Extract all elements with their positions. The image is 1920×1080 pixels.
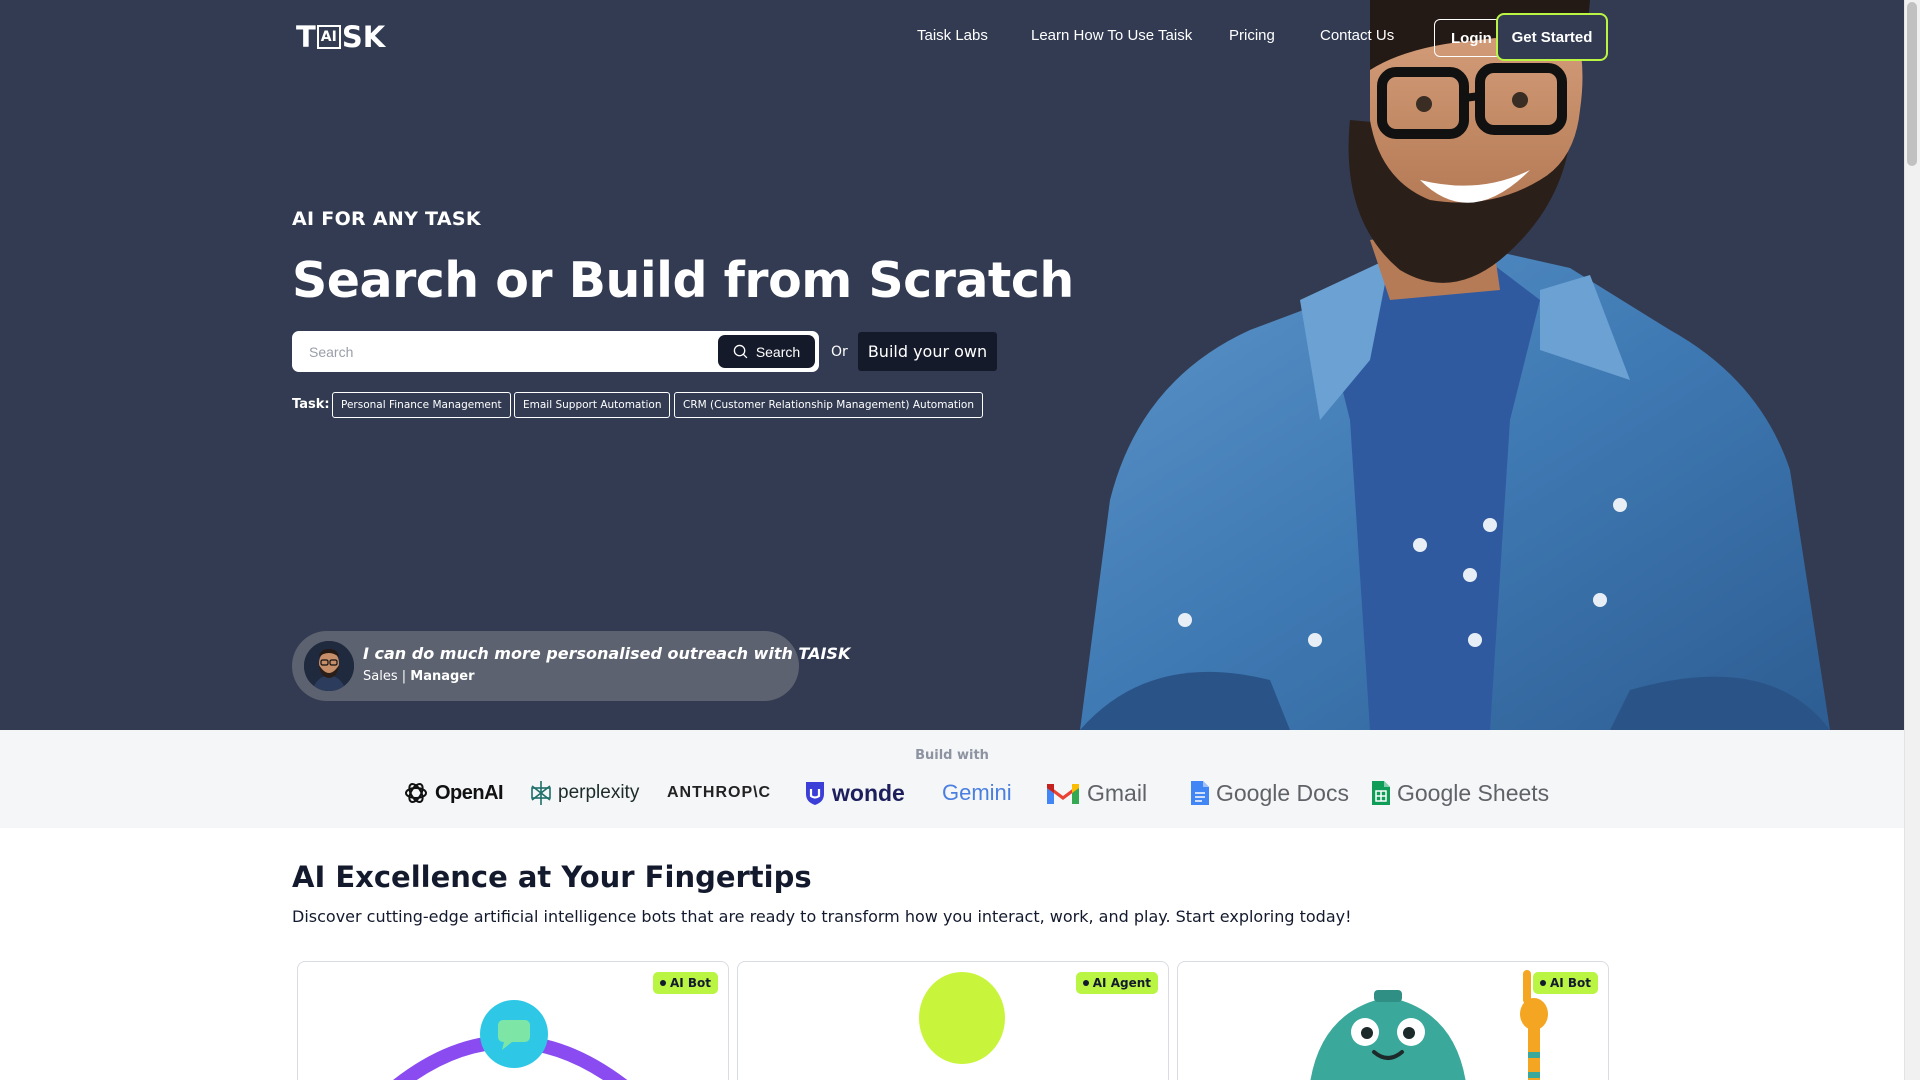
perplexity-icon	[531, 781, 551, 805]
nav-link-learn[interactable]: Learn How To Use Taisk	[1031, 27, 1192, 44]
page: T AI SK Taisk Labs Learn How To Use Taisk …	[0, 0, 1920, 1080]
task-chip-personal-finance[interactable]: Personal Finance Management	[332, 392, 511, 418]
section-title: AI Excellence at Your Fingertips	[292, 860, 812, 894]
wonde-logo: wonde	[804, 777, 905, 809]
robot-illustration	[1310, 970, 1548, 1080]
search-input[interactable]	[295, 334, 715, 369]
openai-icon	[405, 782, 427, 804]
task-chip-email-support[interactable]: Email Support Automation	[514, 392, 671, 418]
bot-card-3[interactable]: AI Bot	[1177, 961, 1609, 1080]
search-button[interactable]: Search	[718, 335, 815, 368]
openai-logo: OpenAI	[403, 777, 504, 809]
anthropic-logo-text: ANTHROP\C	[667, 784, 772, 801]
wonde-shield-icon	[806, 782, 824, 805]
logo-ai-box: AI	[316, 25, 341, 49]
google-docs-icon	[1191, 781, 1209, 805]
testimonial-quote: I can do much more personalised outreach…	[363, 644, 851, 663]
google-sheets-logo-text: Google Sheets	[1397, 779, 1550, 806]
top-navigation: T AI SK Taisk Labs Learn How To Use Taisk …	[0, 0, 1904, 74]
logo-text-sk: SK	[341, 20, 386, 54]
agent-card-2[interactable]: AI Agent	[737, 961, 1169, 1080]
partners-strip: Build with OpenAI perplexity ANTHROP\C w…	[0, 730, 1904, 828]
or-text: Or	[831, 344, 848, 360]
testimonial-role: Sales | Manager	[363, 669, 475, 684]
build-with-label: Build with	[915, 748, 989, 763]
testimonial-card: I can do much more personalised outreach…	[292, 631, 850, 701]
perplexity-logo: perplexity	[530, 777, 639, 809]
section-description: Discover cutting-edge artificial intelli…	[292, 907, 1352, 926]
agent-blob-illustration	[919, 972, 1005, 1064]
google-docs-logo: Google Docs	[1190, 777, 1349, 809]
gmail-icon	[1047, 784, 1079, 804]
testimonial-avatar	[304, 641, 354, 691]
google-sheets-icon	[1372, 781, 1390, 805]
get-started-button[interactable]: Get Started	[1496, 13, 1608, 61]
hero-section: T AI SK Taisk Labs Learn How To Use Taisk …	[0, 0, 1904, 730]
nav-link-contact[interactable]: Contact Us	[1320, 27, 1394, 44]
taisk-logo[interactable]: T AI SK	[296, 20, 386, 54]
nav-link-taisk-labs[interactable]: Taisk Labs	[917, 27, 988, 44]
wonde-logo-text: wonde	[832, 779, 905, 806]
search-icon	[733, 344, 748, 359]
gemini-logo-text: Gemini	[942, 780, 1012, 805]
logo-text-t: T	[296, 20, 316, 54]
openai-logo-text: OpenAI	[435, 781, 504, 804]
search-button-label: Search	[755, 343, 801, 360]
gmail-logo-text: Gmail	[1087, 779, 1148, 806]
perplexity-logo-text: perplexity	[558, 782, 640, 803]
task-label: Task:	[292, 397, 330, 412]
hero-person-image	[1080, 0, 1830, 730]
testimonial-department: Sales |	[363, 669, 407, 684]
hero-eyebrow: AI FOR ANY TASK	[292, 208, 481, 230]
google-sheets-logo: Google Sheets	[1371, 777, 1549, 809]
bot-card-1[interactable]: AI Bot	[297, 961, 729, 1080]
page-scrollbar[interactable]	[1904, 0, 1920, 1080]
gmail-logo: Gmail	[1045, 777, 1147, 809]
google-docs-logo-text: Google Docs	[1216, 779, 1349, 806]
search-bar: Search	[292, 331, 819, 372]
task-chip-crm[interactable]: CRM (Customer Relationship Management) A…	[674, 392, 984, 418]
build-your-own-button[interactable]: Build your own	[858, 332, 997, 371]
scrollbar-thumb[interactable]	[1907, 2, 1917, 166]
nav-link-pricing[interactable]: Pricing	[1229, 27, 1275, 44]
testimonial-title: Manager	[410, 669, 475, 684]
hero-headline: Search or Build from Scratch	[292, 252, 1074, 309]
chat-bot-illustration	[393, 1000, 628, 1080]
gemini-logo: Gemini	[942, 777, 1012, 809]
anthropic-logo: ANTHROP\C	[667, 777, 771, 809]
